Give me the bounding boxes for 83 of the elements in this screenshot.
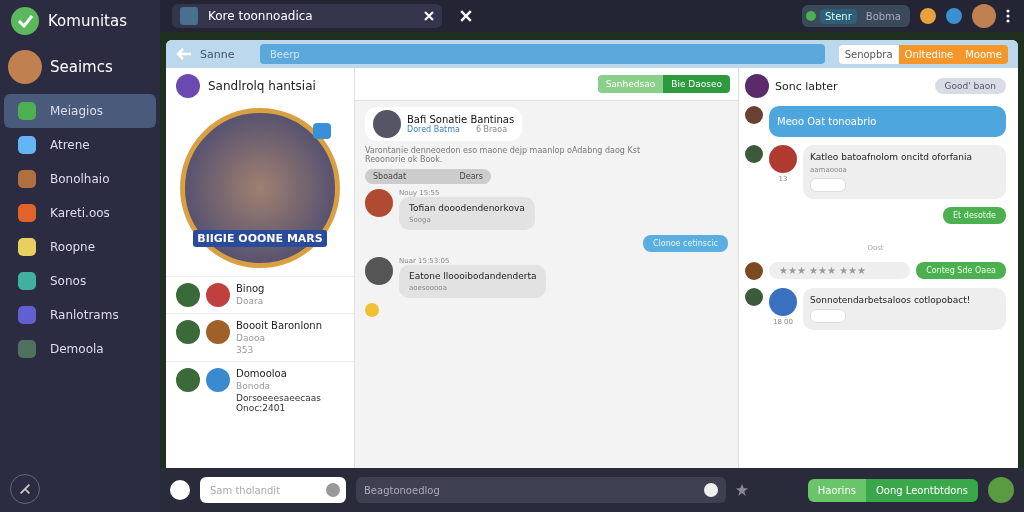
sender-avatar xyxy=(769,288,797,316)
member-avatar xyxy=(745,106,763,124)
nav-icon xyxy=(18,204,36,222)
message-bubble: Et desotde xyxy=(943,207,1006,224)
nav-icon xyxy=(18,340,36,358)
browser-tab[interactable]: Kore toonnoadica xyxy=(172,4,442,28)
nav-icon xyxy=(18,272,36,290)
emoji-icon xyxy=(365,303,379,317)
message-text: Tofian dooodendenorkova xyxy=(409,203,525,213)
nav-icon xyxy=(18,306,36,324)
back-arrow-icon xyxy=(176,48,192,60)
contact-status: Bonoda xyxy=(236,381,272,391)
chat-button[interactable]: Good' baon xyxy=(934,78,1006,94)
contact-avatar xyxy=(206,320,230,344)
member-avatar xyxy=(745,288,763,306)
close-icon[interactable] xyxy=(460,10,472,22)
contact-name[interactable]: Binog xyxy=(236,283,265,294)
profile-name: Sandlrolq hantsiai xyxy=(208,79,316,93)
profile-banner: BIIGIE OOONE MARS xyxy=(193,230,327,247)
nav-item[interactable]: Sonos xyxy=(4,264,156,298)
tab-icon xyxy=(180,7,198,25)
profile-avatar[interactable] xyxy=(988,477,1014,503)
rating-bubble: ★★★ ★★★ ★★★ xyxy=(769,262,911,279)
contact-avatar xyxy=(206,368,230,392)
toggle-tab[interactable]: Bobma xyxy=(860,8,906,24)
chat-avatar xyxy=(745,74,769,98)
contact-status: Daooa xyxy=(236,333,266,343)
author-link[interactable]: Dored Batma xyxy=(407,125,460,134)
status-icon xyxy=(805,11,816,21)
contact-avatar xyxy=(176,283,200,307)
contact-detail: Dorsoeeesaeecaas Onoc:2401 xyxy=(236,393,322,413)
nav-icon xyxy=(18,238,36,256)
message-text: Eatone lloooibodandenderta xyxy=(409,271,537,281)
nav-item[interactable]: Roopne xyxy=(4,230,156,264)
nav-icon xyxy=(18,102,36,120)
contact-name[interactable]: Domooloa xyxy=(236,368,336,379)
nav-item[interactable]: Meiagios xyxy=(4,94,156,128)
tools-icon xyxy=(18,482,32,496)
user-avatar xyxy=(8,50,42,84)
message-bubble: Conteg Sde Oaea xyxy=(916,262,1006,279)
contact-status: Doara xyxy=(236,296,265,306)
nav-icon xyxy=(18,170,36,188)
chat-title: Sonc labter xyxy=(775,79,839,93)
message-bubble: Clonoe cetinscic xyxy=(642,235,728,252)
contact-avatar xyxy=(176,368,200,392)
action-pill[interactable]: Sboadat Dears xyxy=(365,169,491,184)
contact-avatar xyxy=(176,320,200,344)
app-name: Komunitas xyxy=(48,12,127,30)
sender-avatar xyxy=(769,145,797,173)
author-avatar xyxy=(373,110,401,138)
sender-avatar xyxy=(365,189,393,217)
segment-button[interactable]: Senopbra xyxy=(838,44,899,64)
message-bubble: Meoo Oat tonoabrio xyxy=(769,106,1006,137)
star-icon[interactable] xyxy=(735,484,748,496)
toggle-tab[interactable]: Stenr xyxy=(819,8,857,24)
contact-count: 353 xyxy=(236,345,255,355)
post-text: Varontanie denneoedon eso maone dejp maanlop oAdabng daog Kst Reoonorie ok Book. xyxy=(365,146,642,164)
member-avatar xyxy=(745,262,763,280)
tab-title: Kore toonnoadica xyxy=(208,9,314,23)
logo-icon xyxy=(10,6,40,36)
microphone-button[interactable] xyxy=(170,480,190,500)
author-name: Bafi Sonatie Bantinas xyxy=(407,114,515,125)
contact-avatar xyxy=(206,283,230,307)
profile-avatar[interactable] xyxy=(972,4,996,28)
message-text: Katleo batoafnolom oncitd oforfania xyxy=(810,152,974,162)
member-avatar xyxy=(745,145,763,163)
nav-icon xyxy=(18,136,36,154)
profile-avatar xyxy=(176,74,200,98)
message-text: Sonnotendarbetsaloos cotlopobact! xyxy=(810,295,972,305)
user-name: Seaimcs xyxy=(50,58,113,76)
contact-name[interactable]: Boooit Baronlonn xyxy=(236,320,322,331)
nav-item[interactable]: Bonolhaio xyxy=(4,162,156,196)
toggle-tab[interactable]: Bie Daoseo xyxy=(663,75,730,93)
message-input[interactable]: Beagtonoedlog xyxy=(356,477,726,503)
menu-icon[interactable] xyxy=(1006,9,1010,23)
nav-item[interactable]: Demoola xyxy=(4,332,156,366)
sender-avatar xyxy=(365,257,393,285)
close-icon[interactable] xyxy=(424,11,434,21)
nav-item[interactable]: Kareti.oos xyxy=(4,196,156,230)
nav-item[interactable]: Ranlotrams xyxy=(4,298,156,332)
post-time: 6 Braoa xyxy=(475,125,508,134)
nav-item[interactable]: Atrene xyxy=(4,128,156,162)
back-button[interactable]: Sanne xyxy=(176,47,246,61)
